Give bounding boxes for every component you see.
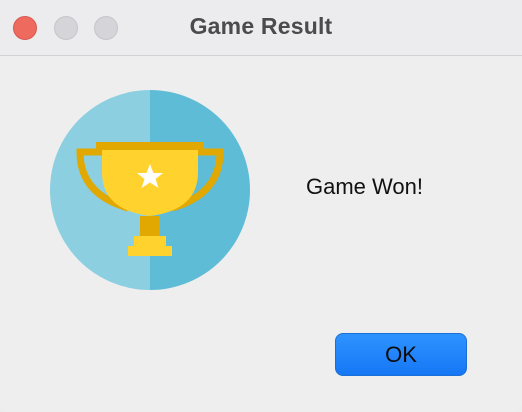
ok-button[interactable]: OK <box>335 333 467 376</box>
title-bar[interactable]: Game Result <box>0 0 522 56</box>
window-title: Game Result <box>189 13 333 39</box>
result-message: Game Won! <box>306 174 423 199</box>
dialog-content: Game Won! OK <box>0 56 522 412</box>
dialog-window: Game Result Game Won! OK <box>0 0 522 412</box>
trophy-icon <box>50 90 250 290</box>
